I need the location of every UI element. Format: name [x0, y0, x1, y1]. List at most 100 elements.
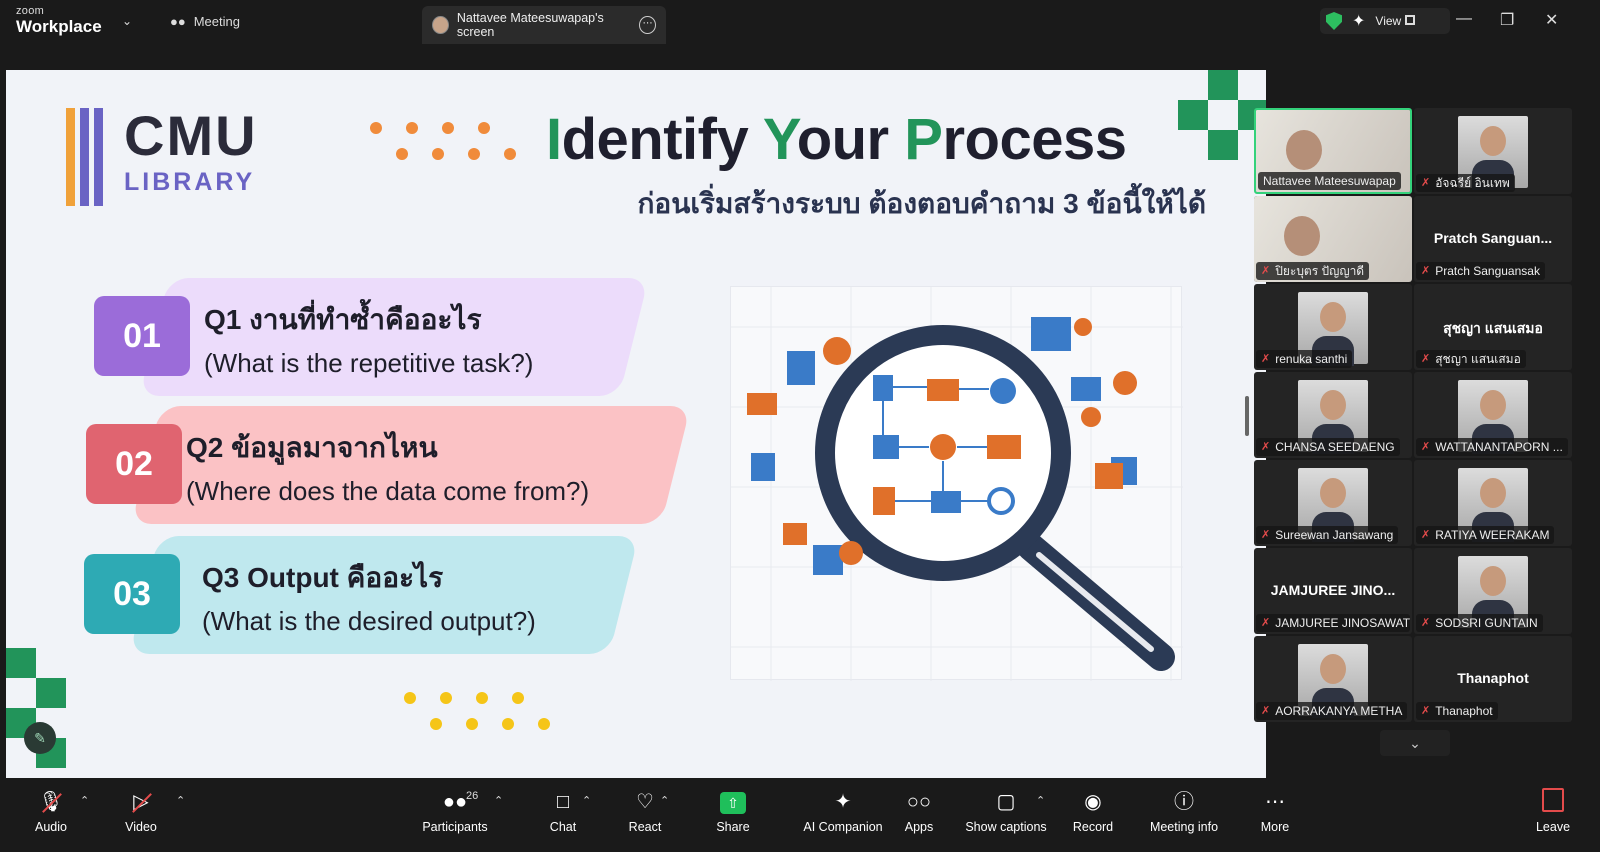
video-button[interactable]: ▷ Video	[96, 788, 186, 834]
participants-caret-icon[interactable]: ⌃	[494, 794, 503, 807]
participant-tile[interactable]: ✗ CHANSA SEEDAENG	[1254, 372, 1412, 458]
chevron-down-icon[interactable]: ⌄	[122, 14, 132, 28]
participant-tile[interactable]: ✗ RATIYA WEERAKAM	[1414, 460, 1572, 546]
microphone-muted-icon: ✗	[1261, 529, 1271, 541]
brand-large: Workplace	[16, 17, 102, 36]
participant-name: CHANSA SEEDAENG	[1275, 440, 1395, 454]
checker-decoration	[6, 648, 96, 778]
participant-tile[interactable]: สุชญา แสนเสมอ ✗ สุชญา แสนเสมอ	[1414, 284, 1572, 370]
captions-caret-icon[interactable]: ⌃	[1036, 794, 1045, 807]
participant-tile[interactable]: ✗ Sureewan Jansawang	[1254, 460, 1412, 546]
participant-name: Sureewan Jansawang	[1275, 528, 1394, 542]
brand-small: zoom	[16, 5, 45, 17]
audio-options-caret-icon[interactable]: ⌃	[80, 794, 89, 807]
chat-caret-icon[interactable]: ⌃	[582, 794, 591, 807]
restore-icon[interactable]: ❐	[1500, 10, 1514, 30]
participant-name-label: ✗ สุชญา แสนเสมอ	[1416, 350, 1526, 368]
scroll-down-chevron-icon[interactable]: ⌄	[1380, 730, 1450, 756]
participant-tile[interactable]: ✗ SODSRI GUNTAIN	[1414, 548, 1572, 634]
participant-big-name: Thanaphot	[1457, 670, 1529, 686]
participant-name: สุชญา แสนเสมอ	[1435, 352, 1521, 366]
zoom-workplace-logo[interactable]: zoom Workplace	[16, 5, 102, 36]
question-text: Q3 Output คืออะไร (What is the desired o…	[202, 556, 536, 637]
chat-label: Chat	[549, 820, 577, 834]
chat-button[interactable]: □ Chat	[518, 788, 608, 834]
microphone-muted-icon: ✗	[1421, 265, 1431, 277]
participants-button[interactable]: ●● 26 Participants	[410, 788, 500, 834]
title-part: I	[546, 107, 562, 172]
react-button[interactable]: ♡ React	[600, 788, 690, 834]
participant-name: อัจฉรีย์ อินเทพ	[1435, 176, 1510, 190]
microphone-muted-icon: ✗	[1261, 705, 1271, 717]
title-part: dentify	[561, 107, 763, 172]
minimize-icon[interactable]: —	[1456, 10, 1472, 28]
react-label: React	[628, 820, 662, 834]
participant-name-label: ✗ Sureewan Jansawang	[1256, 526, 1399, 544]
participant-tile[interactable]: ✗ WATTANANTAPORN ...	[1414, 372, 1572, 458]
security-view-group: ✦ View	[1320, 8, 1450, 34]
participants-icon: ●● 26	[410, 788, 500, 816]
participant-tile[interactable]: Thanaphot ✗ Thanaphot	[1414, 636, 1572, 722]
annotate-pencil-icon[interactable]: ✎	[24, 722, 56, 754]
microphone-muted-icon: ✗	[1421, 353, 1431, 365]
tab-meeting[interactable]: ●● Meeting	[170, 14, 240, 29]
participant-name: ปิยะบุตร ปัญญาดี	[1275, 264, 1365, 278]
participant-tile[interactable]: JAMJUREE JINO... ✗ JAMJUREE JINOSAWAT	[1254, 548, 1412, 634]
yellow-dots-decoration	[404, 692, 564, 742]
more-button[interactable]: ⋯ More	[1230, 788, 1320, 834]
participant-tile[interactable]: ✗ อัจฉรีย์ อินเทพ	[1414, 108, 1572, 194]
question-english: (What is the repetitive task?)	[204, 348, 534, 378]
react-caret-icon[interactable]: ⌃	[660, 794, 669, 807]
participants-label: Participants	[422, 820, 488, 834]
meeting-info-button[interactable]: ⓘ Meeting info	[1134, 788, 1234, 834]
more-icon: ⋯	[1265, 791, 1285, 813]
shield-icon[interactable]	[1326, 12, 1342, 30]
participant-name: RATIYA WEERAKAM	[1435, 528, 1550, 542]
participant-name: SODSRI GUNTAIN	[1435, 616, 1538, 630]
question-card-3: 03 Q3 Output คืออะไร (What is the desire…	[84, 536, 664, 654]
participant-name: AORRAKANYA METHA	[1275, 704, 1403, 718]
logo-library-text: LIBRARY	[124, 168, 256, 196]
question-number: 02	[86, 424, 182, 504]
slide-subtitle: ก่อนเริ่มสร้างระบบ ต้องตอบคำถาม 3 ข้อนี้…	[637, 188, 1206, 219]
share-label: Share	[716, 820, 750, 834]
participant-tile[interactable]: ✗ ปิยะบุตร ปัญญาดี	[1254, 196, 1412, 282]
magnifier-process-graphic	[731, 287, 1183, 681]
microphone-muted-icon: ✗	[1421, 177, 1431, 189]
avatar	[432, 16, 449, 34]
video-options-caret-icon[interactable]: ⌃	[176, 794, 185, 807]
tab-meeting-label: Meeting	[193, 14, 240, 29]
tab-shared-screen[interactable]: Nattavee Mateesuwapap's screen ⋯	[422, 6, 666, 44]
more-label: More	[1260, 820, 1290, 834]
microphone-muted-icon: ✗	[1421, 529, 1431, 541]
record-button[interactable]: ◉ Record	[1048, 788, 1138, 834]
participant-tile[interactable]: ✗ AORRAKANYA METHA	[1254, 636, 1412, 722]
leave-label: Leave	[1535, 820, 1571, 834]
record-label: Record	[1072, 820, 1114, 834]
participants-count: 26	[466, 790, 479, 802]
close-icon[interactable]: ✕	[1545, 10, 1558, 30]
microphone-muted-icon: ✗	[1261, 353, 1271, 365]
question-thai: Q1 งานที่ทำซ้ำคืออะไร	[204, 304, 482, 335]
panel-resize-handle[interactable]	[1245, 396, 1249, 436]
participant-name: Pratch Sanguansak	[1435, 264, 1540, 278]
participant-name: Thanaphot	[1435, 704, 1493, 718]
share-screen-icon: ⇧	[688, 788, 778, 816]
slide-title: Identify Your Process	[546, 106, 1127, 173]
microphone-muted-icon: ✗	[1421, 705, 1431, 717]
participant-tile[interactable]: Nattavee Mateesuwapap	[1254, 108, 1412, 194]
share-button[interactable]: ⇧ Share	[688, 788, 778, 834]
heart-icon: ♡	[636, 791, 654, 813]
question-english: (What is the desired output?)	[202, 606, 536, 636]
participant-name-label: ✗ SODSRI GUNTAIN	[1416, 614, 1543, 632]
sparkle-icon[interactable]: ✦	[1352, 11, 1365, 31]
question-english: (Where does the data come from?)	[186, 476, 590, 506]
leave-button[interactable]: Leave	[1508, 788, 1598, 834]
cmu-library-logo-mark	[66, 108, 110, 208]
participant-tile[interactable]: Pratch Sanguan... ✗ Pratch Sanguansak	[1414, 196, 1572, 282]
participant-name: renuka santhi	[1275, 352, 1348, 366]
view-button[interactable]: View	[1375, 14, 1416, 28]
participant-tile[interactable]: ✗ renuka santhi	[1254, 284, 1412, 370]
more-icon[interactable]: ⋯	[639, 16, 656, 34]
checker-decoration	[1178, 70, 1266, 160]
